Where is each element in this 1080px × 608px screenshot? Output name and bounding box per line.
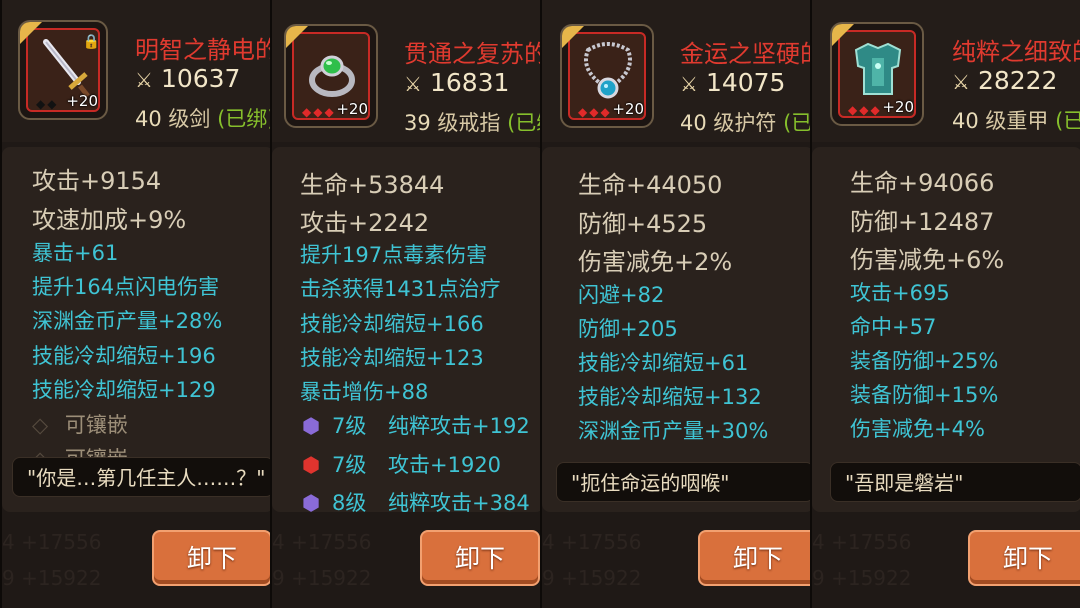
item-name: 纯粹之细致的 [952, 38, 1080, 66]
stat-extra: 技能冷却缩短+196 [32, 344, 216, 368]
stat-main: 防御+4525 [578, 210, 708, 238]
stat-extra: 技能冷却缩短+61 [578, 351, 749, 375]
unequip-button[interactable]: 卸下 [152, 530, 272, 586]
stat-extra: 闪避+82 [578, 283, 665, 307]
faded-text: 4 +17556 [542, 530, 642, 554]
stat-extra: 技能冷却缩短+132 [578, 385, 762, 409]
stat-extra: 深渊金币产量+28% [32, 309, 223, 333]
faded-text: 4 +17556 [812, 530, 912, 554]
item-quote: "你是…第几任主人……？" [12, 457, 274, 497]
faded-text: 4 +17556 [272, 530, 372, 554]
faded-text: 9 +15922 [2, 566, 102, 590]
equipment-card-ring: ◆◆◆ +20 贯通之复苏的 ⚔16831 39 级戒指 (已绑 生命+5384… [270, 0, 544, 608]
item-name: 金运之坚硬的 [680, 40, 814, 68]
stat-extra: 击杀获得1431点治疗 [300, 277, 501, 301]
crossed-swords-icon: ⚔ [680, 72, 698, 96]
stat-extra: 技能冷却缩短+166 [300, 312, 484, 336]
equipment-card-armor: ◆◆◆ +20 纯粹之细致的 ⚔28222 40 级重甲 (已 生命+94066… [810, 0, 1080, 608]
stats-panel: 生命+53844 攻击+2242 提升197点毒素伤害 击杀获得1431点治疗 … [272, 147, 544, 512]
item-level: 40 级剑 (已绑) [135, 107, 274, 131]
stat-main: 生命+94066 [850, 169, 995, 197]
item-name: 贯通之复苏的 [404, 40, 544, 68]
stat-main: 攻速加成+9% [32, 206, 187, 234]
socket-diamonds: ◆◆◆ [848, 103, 882, 117]
crossed-swords-icon: ⚔ [404, 72, 422, 96]
socket-diamonds: ◆◆◆ [578, 105, 612, 119]
faded-text: 9 +15922 [542, 566, 642, 590]
equipment-card-amulet: ◆◆◆ +20 金运之坚硬的 ⚔ 14075 40 级护符 (已 生命+44050… [540, 0, 814, 608]
stat-extra: 装备防御+15% [850, 383, 999, 407]
ring-icon [309, 55, 355, 97]
socket-diamond-icon: ◇ [32, 413, 49, 437]
unequip-button[interactable]: 卸下 [698, 530, 814, 586]
item-level: 40 级重甲 (已 [952, 109, 1080, 133]
item-slot[interactable]: ◆◆◆ +20 [830, 22, 924, 126]
socket-diamonds: ◆◆ [36, 97, 59, 111]
item-quote: "扼住命运的咽喉" [556, 462, 814, 502]
unequip-button[interactable]: 卸下 [968, 530, 1080, 586]
crossed-swords-icon: ⚔ [135, 68, 153, 92]
enhance-level: +20 [612, 100, 644, 118]
item-slot[interactable]: 🔒 ◆◆ +20 [18, 20, 108, 120]
item-slot[interactable]: ◆◆◆ +20 [284, 24, 378, 128]
socket-diamonds: ◆◆◆ [302, 105, 336, 119]
faded-text: 4 +17556 [2, 530, 102, 554]
stat-extra: 命中+57 [850, 315, 937, 339]
stats-panel: 生命+94066 防御+12487 伤害减免+6% 攻击+695 命中+57 装… [812, 147, 1080, 512]
combat-power: ⚔ 14075 [680, 68, 786, 97]
item-level: 39 级戒指 (已绑 [404, 111, 544, 135]
combat-power: ⚔ 28222 [952, 66, 1058, 95]
crossed-swords-icon: ⚔ [952, 70, 970, 94]
stat-main: 攻击+9154 [32, 167, 162, 195]
item-name: 明智之静电的 [135, 36, 274, 64]
stat-main: 防御+12487 [850, 208, 995, 236]
stat-extra: 深渊金币产量+30% [578, 419, 769, 443]
empty-socket: ◇ 可镶嵌 [32, 413, 128, 437]
enhance-level: +20 [882, 98, 914, 116]
enhance-level: +20 [336, 100, 368, 118]
lock-icon: 🔒 [82, 34, 100, 50]
stat-main: 生命+53844 [300, 171, 445, 199]
unequip-button[interactable]: 卸下 [420, 530, 540, 586]
stat-extra: 提升197点毒素伤害 [300, 243, 488, 267]
faded-text: 9 +15922 [812, 566, 912, 590]
stat-extra: 提升164点闪电伤害 [32, 275, 220, 299]
enhance-level: +20 [66, 92, 98, 110]
stat-main: 伤害减免+6% [850, 246, 1005, 274]
stat-main: 伤害减免+2% [578, 248, 733, 276]
gem-socket-row: ⬢ 7级 纯粹攻击+192 [301, 414, 530, 438]
armor-icon [854, 42, 902, 95]
stat-extra: 暴击+61 [32, 241, 119, 265]
item-level: 40 级护符 (已 [680, 111, 813, 135]
equipment-card-sword: 🔒 ◆◆ +20 明智之静电的 ⚔ 10637 40 级剑 (已绑) 攻击+915… [0, 0, 274, 608]
amulet-icon [584, 42, 632, 99]
stat-extra: 伤害减免+4% [850, 417, 985, 441]
purple-gem-icon: ⬢ [301, 491, 321, 512]
stats-panel: 生命+44050 防御+4525 伤害减免+2% 闪避+82 防御+205 技能… [542, 147, 814, 512]
stat-extra: 暴击增伤+88 [300, 380, 429, 404]
stat-extra: 技能冷却缩短+129 [32, 378, 216, 402]
combat-power: ⚔ 16831 [404, 68, 510, 97]
item-slot[interactable]: ◆◆◆ +20 [560, 24, 654, 128]
stat-extra: 防御+205 [578, 317, 678, 341]
item-quote: "吾即是磐岩" [830, 462, 1080, 502]
stat-main: 生命+44050 [578, 171, 723, 199]
stat-extra: 装备防御+25% [850, 349, 999, 373]
stat-extra: 技能冷却缩短+123 [300, 346, 484, 370]
gem-socket-row: ⬢ 7级 攻击+1920 [301, 453, 502, 477]
faded-text: 9 +15922 [272, 566, 372, 590]
stat-extra: 攻击+695 [850, 281, 950, 305]
stat-main: 攻击+2242 [300, 209, 430, 237]
red-gem-icon: ⬢ [301, 453, 321, 477]
gem-socket-row: ⬢ 8级 纯粹攻击+384 [300, 487, 530, 512]
combat-power: ⚔ 10637 [135, 64, 241, 93]
purple-gem-icon: ⬢ [301, 414, 321, 438]
